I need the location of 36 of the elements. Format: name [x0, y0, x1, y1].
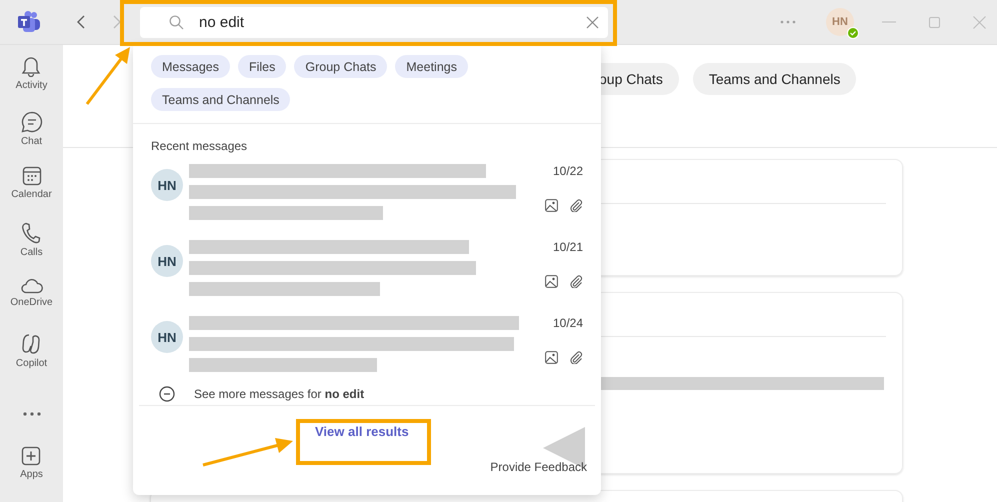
message-date: 10/24 — [552, 316, 583, 330]
clear-icon[interactable] — [586, 16, 599, 28]
phone-icon[interactable] — [21, 222, 42, 244]
filter-chip[interactable]: Meetings — [395, 55, 468, 78]
nav-label[interactable]: Calls — [20, 246, 43, 258]
nav-label[interactable]: Activity — [16, 80, 48, 91]
nav-label[interactable]: Calendar — [11, 189, 52, 200]
avatar: HN — [151, 169, 183, 201]
filter-chip[interactable]: Files — [238, 55, 286, 78]
bell-icon[interactable] — [21, 55, 42, 77]
add-apps-icon[interactable] — [21, 446, 42, 466]
copilot-icon[interactable] — [21, 333, 42, 356]
see-more-link[interactable]: See more messages for no edit — [194, 387, 364, 401]
avatar: HN — [151, 321, 183, 353]
feedback-link[interactable]: Provide Feedback — [490, 460, 587, 474]
calendar-icon[interactable] — [22, 166, 42, 186]
search-field[interactable]: no edit — [140, 6, 608, 38]
chat-icon[interactable] — [20, 110, 42, 133]
nav-label[interactable]: Chat — [20, 136, 42, 147]
nav-label[interactable]: OneDrive — [10, 296, 53, 308]
message-date: 10/22 — [552, 164, 583, 178]
section-heading: Recent messages — [150, 138, 248, 153]
more-apps-icon[interactable] — [22, 412, 40, 416]
filter-chip[interactable]: Teams and Channels — [151, 88, 290, 111]
status-check-icon — [847, 27, 859, 39]
view-all-results-link[interactable]: View all results — [315, 424, 409, 439]
filter-chip[interactable]: Group Chats — [294, 55, 388, 78]
message-date: 10/21 — [552, 240, 583, 254]
back-icon[interactable] — [76, 15, 86, 29]
avatar: HN — [151, 245, 183, 277]
cloud-icon[interactable] — [20, 278, 42, 294]
nav-label[interactable]: Copilot — [16, 358, 48, 370]
teams-logo-icon — [17, 11, 41, 33]
filter-chip[interactable]: Teams and Channels — [692, 63, 856, 95]
nav-label[interactable]: Apps — [20, 469, 43, 480]
filter-chip[interactable]: Messages — [151, 55, 230, 78]
